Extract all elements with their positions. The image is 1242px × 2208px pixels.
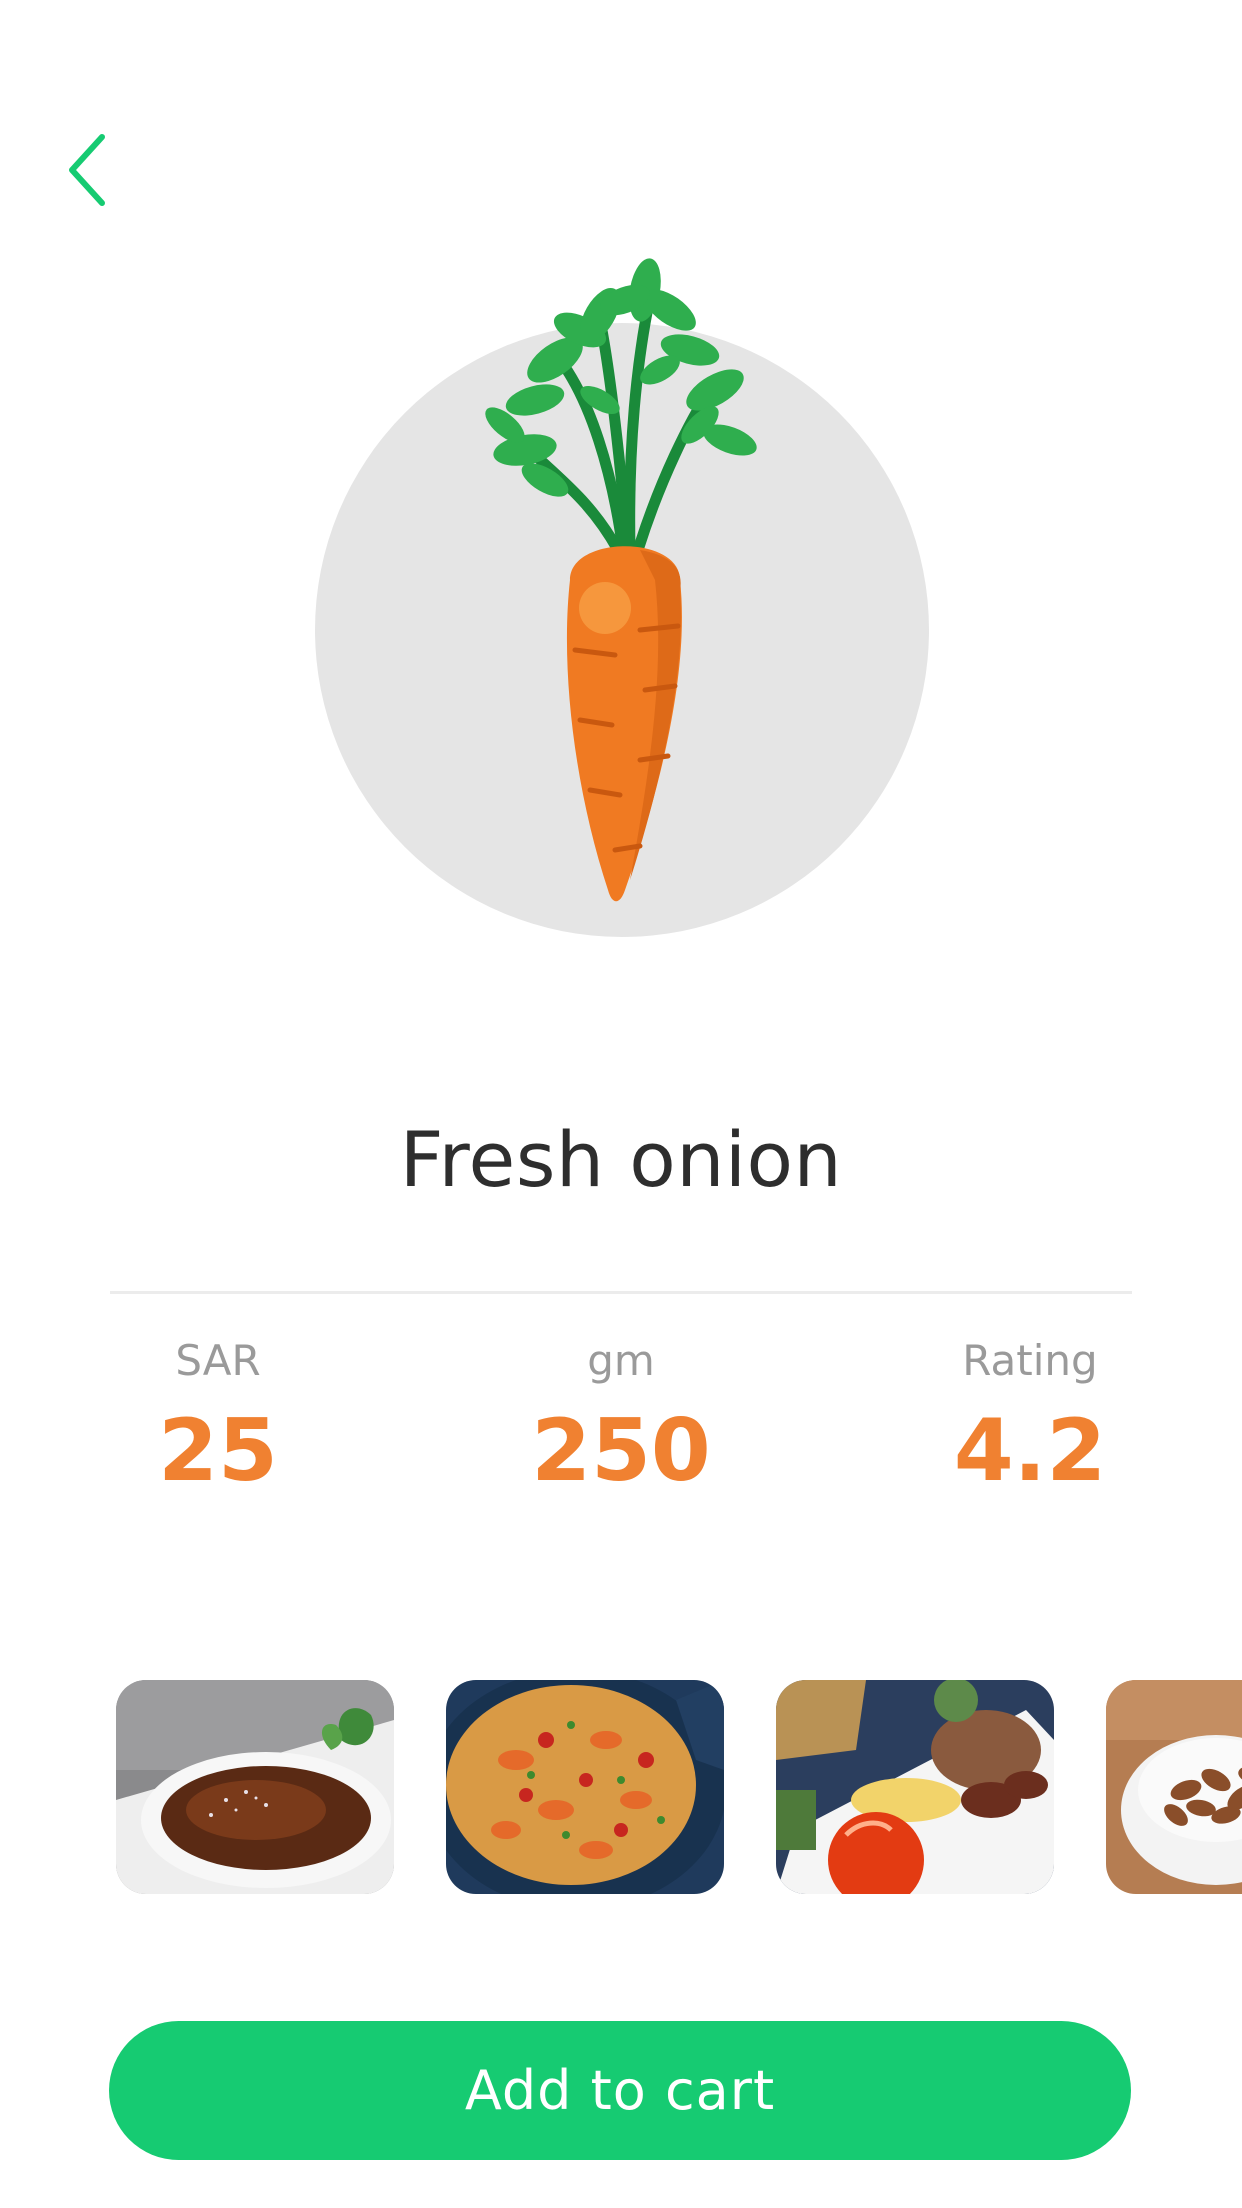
rating-label: Rating bbox=[962, 1336, 1098, 1385]
gallery-item-rice-platter[interactable] bbox=[776, 1680, 1054, 1894]
add-to-cart-button[interactable]: Add to cart bbox=[109, 2021, 1131, 2160]
rating-value: 4.2 bbox=[953, 1401, 1107, 1501]
weight-value: 250 bbox=[531, 1401, 711, 1501]
product-image bbox=[0, 250, 1242, 950]
creme-brulee-photo bbox=[116, 1680, 394, 1894]
rating-stat: Rating 4.2 bbox=[922, 1336, 1138, 1501]
gallery-item-paella[interactable] bbox=[446, 1680, 724, 1894]
divider bbox=[110, 1291, 1132, 1294]
paella-photo bbox=[446, 1680, 724, 1894]
weight-stat: gm 250 bbox=[511, 1336, 731, 1501]
gallery-item-almonds[interactable] bbox=[1106, 1680, 1242, 1894]
weight-unit-label: gm bbox=[587, 1336, 655, 1385]
price-stat: SAR 25 bbox=[110, 1336, 326, 1501]
chevron-left-icon bbox=[69, 134, 105, 206]
price-value: 25 bbox=[158, 1401, 278, 1501]
product-detail-screen: Fresh onion SAR 25 gm 250 Rating 4.2 Add… bbox=[0, 0, 1242, 2208]
rice-platter-photo bbox=[776, 1680, 1054, 1894]
price-unit-label: SAR bbox=[175, 1336, 261, 1385]
back-button[interactable] bbox=[58, 125, 118, 215]
gallery-item-creme-brulee[interactable] bbox=[116, 1680, 394, 1894]
almonds-photo bbox=[1106, 1680, 1242, 1894]
related-gallery[interactable] bbox=[116, 1680, 1242, 1900]
carrot-illustration bbox=[315, 258, 929, 937]
product-title: Fresh onion bbox=[399, 1115, 843, 1204]
